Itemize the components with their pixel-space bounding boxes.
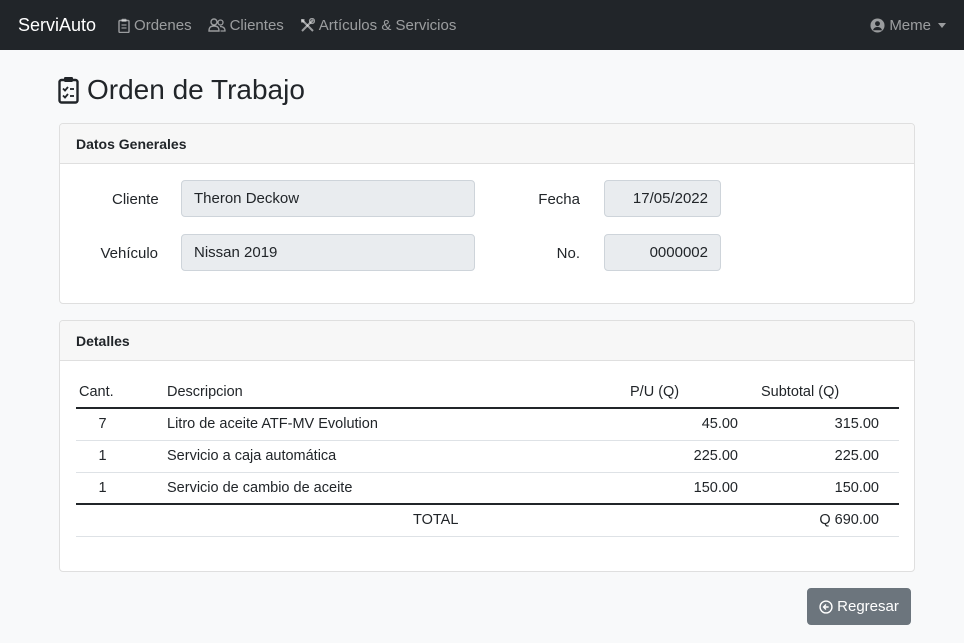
- general-data-header: Datos Generales: [60, 124, 914, 164]
- vehiculo-label: Vehículo: [100, 245, 158, 262]
- nav-item-label: Clientes: [229, 16, 284, 34]
- page-title: Orden de Trabajo: [58, 74, 305, 106]
- regresar-button-label: Regresar: [837, 598, 899, 615]
- nav-item-label: Ordenes: [134, 16, 192, 34]
- details-table: Cant. Descripcion P/U (Q) Subtotal (Q) 7…: [76, 377, 899, 537]
- cell-description: Litro de aceite ATF-MV Evolution: [164, 408, 627, 441]
- chevron-down-icon: [938, 22, 946, 28]
- nav-item-articulos-servicios[interactable]: Artículos & Servicios: [300, 16, 457, 34]
- clipboard-check-icon: [58, 77, 79, 104]
- vehiculo-field[interactable]: Nissan 2019: [181, 234, 475, 271]
- arrow-left-circle-icon: [819, 599, 833, 614]
- column-header-cant: Cant.: [76, 377, 164, 409]
- cell-description: Servicio de cambio de aceite: [164, 472, 627, 505]
- clipboard-icon: [118, 18, 130, 33]
- cell-unit-price: 45.00: [627, 408, 758, 441]
- regresar-button[interactable]: Regresar: [807, 588, 911, 625]
- details-header: Detalles: [60, 321, 914, 361]
- general-data-card: Datos Generales Cliente Theron Deckow Ve…: [59, 123, 915, 304]
- page-title-text: Orden de Trabajo: [87, 74, 305, 105]
- cell-description: Servicio a caja automática: [164, 440, 627, 473]
- fecha-field[interactable]: 17/05/2022: [604, 180, 721, 217]
- cell-unit-price: 150.00: [627, 472, 758, 505]
- cliente-field[interactable]: Theron Deckow: [181, 180, 475, 217]
- top-navbar: ServiAuto Ordenes Clientes Artículos & S…: [0, 0, 964, 50]
- user-menu-label: Meme: [889, 16, 931, 34]
- total-row: TOTAL Q 690.00: [76, 503, 899, 537]
- user-menu-dropdown[interactable]: Meme: [870, 0, 946, 50]
- cell-qty: 1: [76, 440, 164, 473]
- nav-item-clientes[interactable]: Clientes: [207, 16, 284, 34]
- nav-item-label: Artículos & Servicios: [318, 16, 457, 34]
- brand-logo[interactable]: ServiAuto: [18, 15, 96, 36]
- cell-subtotal: 225.00: [758, 440, 899, 473]
- cell-subtotal: 150.00: [758, 472, 899, 505]
- column-header-subtotal: Subtotal (Q): [758, 377, 899, 409]
- cell-subtotal: 315.00: [758, 408, 899, 441]
- table-row: 1 Servicio de cambio de aceite 150.00 15…: [76, 472, 899, 505]
- total-value: Q 690.00: [758, 503, 899, 537]
- tools-icon: [300, 17, 315, 32]
- cell-unit-price: 225.00: [627, 440, 758, 473]
- fecha-label: Fecha: [538, 191, 580, 208]
- details-card: Detalles Cant. Descripcion P/U (Q) Subto…: [59, 320, 915, 572]
- table-header-row: Cant. Descripcion P/U (Q) Subtotal (Q): [76, 377, 899, 409]
- people-icon: [207, 18, 226, 32]
- user-circle-icon: [870, 17, 885, 33]
- total-label: TOTAL: [164, 503, 758, 537]
- cliente-label: Cliente: [112, 191, 159, 208]
- table-row: 7 Litro de aceite ATF-MV Evolution 45.00…: [76, 408, 899, 441]
- numero-field[interactable]: 0000002: [604, 234, 721, 271]
- column-header-pu: P/U (Q): [627, 377, 758, 409]
- cell-qty: 7: [76, 408, 164, 441]
- numero-label: No.: [556, 245, 580, 262]
- table-row: 1 Servicio a caja automática 225.00 225.…: [76, 440, 899, 473]
- column-header-descripcion: Descripcion: [164, 377, 627, 409]
- nav-item-ordenes[interactable]: Ordenes: [118, 17, 192, 34]
- cell-qty: 1: [76, 472, 164, 505]
